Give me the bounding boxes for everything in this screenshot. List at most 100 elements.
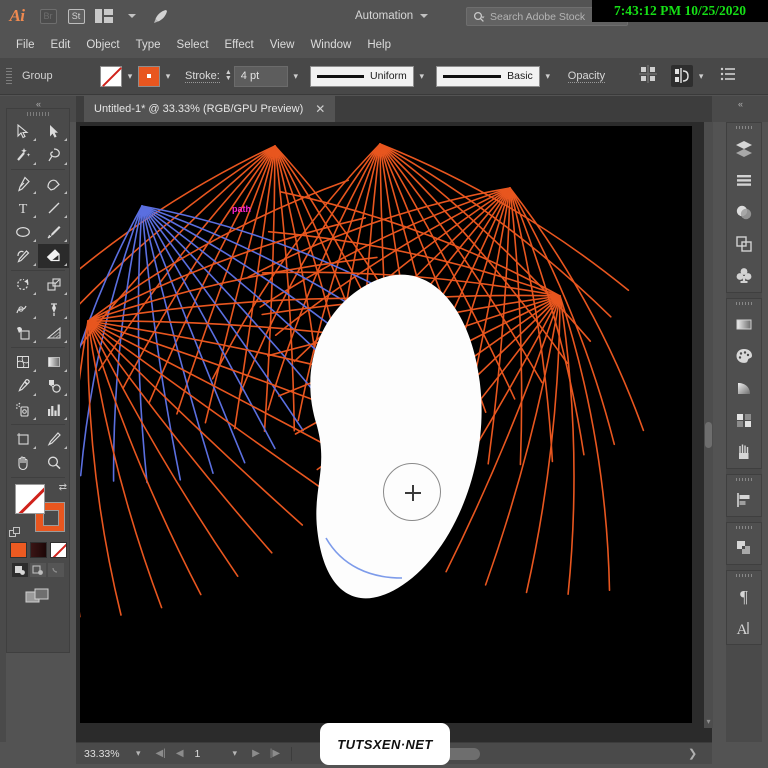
canvas-area[interactable]: path <box>76 122 712 742</box>
align-chevron-icon[interactable]: ▾ <box>693 66 709 87</box>
lasso-tool[interactable] <box>38 143 69 167</box>
scroll-right-arrow[interactable]: ❯ <box>688 747 697 760</box>
next-artboard-button[interactable]: ▶ <box>252 748 260 759</box>
dock-group-grip[interactable] <box>727 299 761 308</box>
artboard-number-input[interactable]: 1 <box>195 748 217 760</box>
align-panel-icon[interactable] <box>727 164 761 196</box>
first-artboard-button[interactable]: ◀| <box>156 748 166 759</box>
dock-group-grip[interactable] <box>727 475 761 484</box>
menu-item-object[interactable]: Object <box>78 36 127 54</box>
slice-tool[interactable] <box>38 427 69 451</box>
paragraph-panel-icon[interactable]: ¶ <box>727 580 761 612</box>
dock-group-grip[interactable] <box>727 523 761 532</box>
menu-item-edit[interactable]: Edit <box>43 36 79 54</box>
vertical-scrollbar-thumb[interactable] <box>705 422 712 448</box>
swap-fill-stroke-icon[interactable]: ⇄ <box>59 482 67 493</box>
brush-definition-chevron-icon[interactable]: ▾ <box>540 66 556 87</box>
zoom-level-input[interactable]: 33.33% <box>84 748 126 760</box>
fill-color-swatch[interactable] <box>15 484 45 514</box>
mesh-tool[interactable] <box>7 350 38 374</box>
character-panel-icon[interactable]: A <box>727 612 761 644</box>
paintbrush-tool[interactable] <box>38 220 69 244</box>
gradient-panel-icon[interactable] <box>727 308 761 340</box>
dock-group-grip[interactable] <box>727 123 761 132</box>
previous-artboard-button[interactable]: ◀ <box>176 748 184 759</box>
screen-mode-button[interactable] <box>7 586 69 606</box>
stroke-weight-stepper[interactable]: ▲ ▼ <box>225 69 232 82</box>
column-graph-tool[interactable] <box>38 398 69 422</box>
discover-rocket-icon[interactable] <box>146 0 174 32</box>
menu-item-file[interactable]: File <box>8 36 43 54</box>
menu-item-help[interactable]: Help <box>359 36 399 54</box>
dock-group-grip[interactable] <box>727 571 761 580</box>
blend-tool[interactable] <box>38 374 69 398</box>
transform-grid-icon[interactable] <box>639 65 661 87</box>
transform-panel-icon[interactable] <box>727 532 761 564</box>
swatches-panel-icon[interactable] <box>727 404 761 436</box>
gradient-tool[interactable] <box>38 350 69 374</box>
transparency-panel-icon[interactable] <box>727 196 761 228</box>
chevron-down-icon[interactable]: ▾ <box>704 717 713 726</box>
automation-menu[interactable]: Automation <box>355 6 429 26</box>
artboard-tool[interactable] <box>7 427 38 451</box>
fill-dropdown-chevron-icon[interactable]: ▾ <box>122 66 138 87</box>
magic-wand-tool[interactable] <box>7 143 38 167</box>
chevron-down-icon[interactable] <box>118 0 146 32</box>
eyedropper-tool[interactable] <box>7 374 38 398</box>
symbols-panel-icon[interactable] <box>727 260 761 292</box>
ellipse-tool[interactable] <box>7 220 38 244</box>
stroke-weight-chevron-icon[interactable]: ▾ <box>288 66 304 87</box>
stroke-profile-select[interactable]: Uniform <box>309 65 414 87</box>
gradient-swatch[interactable] <box>29 542 47 558</box>
graphic-styles-panel-icon[interactable] <box>727 372 761 404</box>
perspective-grid-tool[interactable] <box>38 321 69 345</box>
pen-tool[interactable] <box>7 172 38 196</box>
draw-normal-button[interactable] <box>11 562 29 578</box>
menu-item-type[interactable]: Type <box>128 36 169 54</box>
layers-panel-icon[interactable] <box>727 132 761 164</box>
symbol-sprayer-tool[interactable] <box>7 398 38 422</box>
control-bar-grip[interactable] <box>4 66 14 86</box>
zoom-tool[interactable] <box>38 451 69 475</box>
stroke-profile-chevron-icon[interactable]: ▾ <box>414 66 430 87</box>
document-setup-icon[interactable] <box>719 65 741 87</box>
draw-behind-button[interactable] <box>29 562 47 578</box>
right-dock-collapse-button[interactable]: « <box>712 96 768 122</box>
draw-inside-button[interactable] <box>47 562 65 578</box>
stock-icon[interactable]: St <box>62 0 90 32</box>
brushes-panel-icon[interactable] <box>727 436 761 468</box>
menu-item-window[interactable]: Window <box>302 36 359 54</box>
free-transform-tool[interactable] <box>38 297 69 321</box>
shaper-tool[interactable] <box>7 244 38 268</box>
rotate-tool[interactable] <box>7 273 38 297</box>
shape-builder-tool[interactable] <box>7 321 38 345</box>
selection-tool[interactable] <box>7 119 38 143</box>
direct-selection-tool[interactable] <box>38 119 69 143</box>
stroke-dropdown-chevron-icon[interactable]: ▾ <box>160 66 176 87</box>
menu-item-view[interactable]: View <box>262 36 303 54</box>
none-swatch[interactable] <box>49 542 67 558</box>
align-icon[interactable] <box>671 65 694 87</box>
stroke-weight-input[interactable]: 4 pt <box>233 65 288 87</box>
scale-tool[interactable] <box>38 273 69 297</box>
menu-item-effect[interactable]: Effect <box>217 36 262 54</box>
hand-tool[interactable] <box>7 451 38 475</box>
opacity-label[interactable]: Opacity <box>567 70 606 83</box>
fill-swatch-button[interactable] <box>100 65 122 87</box>
width-tool[interactable] <box>7 297 38 321</box>
arrange-documents-icon[interactable] <box>90 0 118 32</box>
last-artboard-button[interactable]: |▶ <box>270 748 280 759</box>
pathfinder-panel-icon[interactable] <box>727 228 761 260</box>
line-segment-tool[interactable] <box>38 196 69 220</box>
default-fill-stroke-icon[interactable] <box>9 527 21 538</box>
color-swatch[interactable] <box>9 542 27 558</box>
tools-panel-grip[interactable] <box>7 109 69 119</box>
eraser-tool[interactable] <box>38 244 69 268</box>
vertical-scrollbar[interactable]: ▾ <box>704 122 713 728</box>
stroke-swatch-button[interactable] <box>138 65 160 87</box>
color-panel-icon[interactable] <box>727 340 761 372</box>
menu-item-select[interactable]: Select <box>169 36 217 54</box>
document-tab[interactable]: Untitled-1* @ 33.33% (RGB/GPU Preview) ✕ <box>84 96 336 122</box>
close-icon[interactable]: ✕ <box>315 102 325 116</box>
artboard-chevron-icon[interactable]: ▾ <box>233 748 238 759</box>
